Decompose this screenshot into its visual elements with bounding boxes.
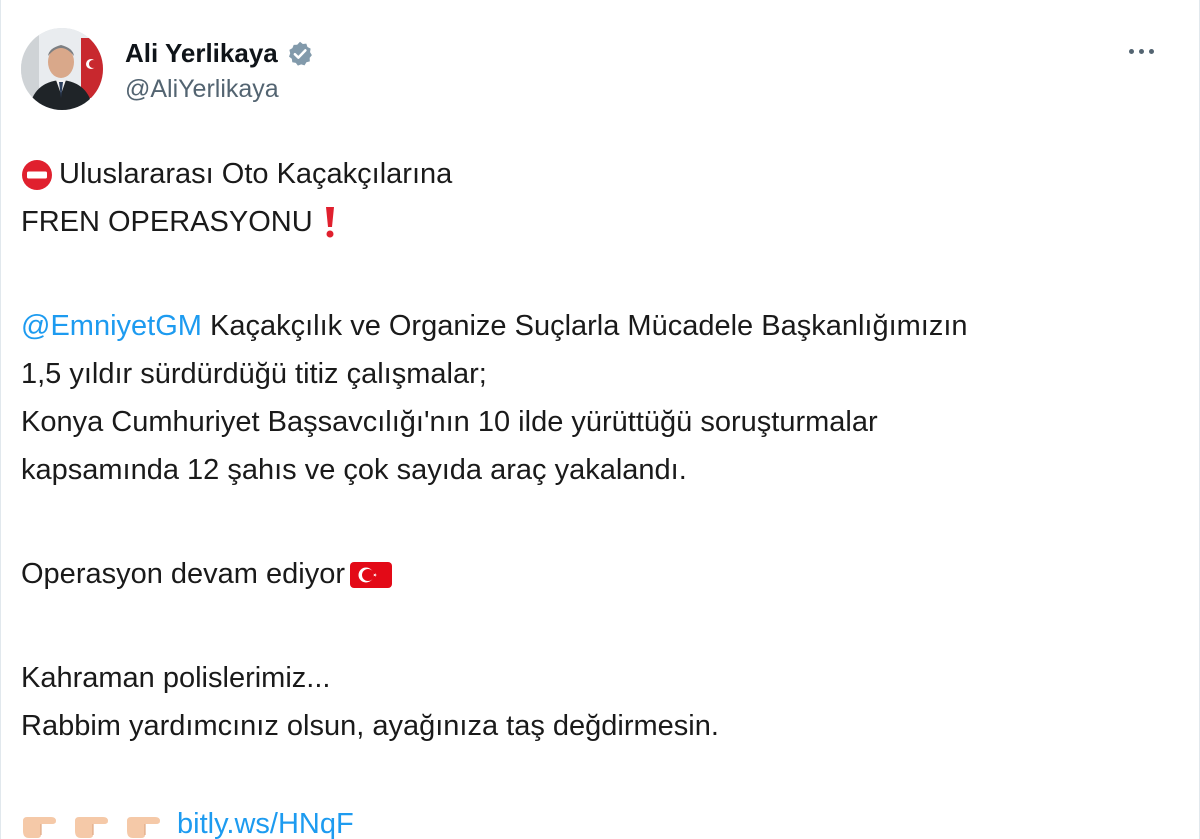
- turkey-flag-icon: [349, 558, 393, 590]
- more-options-icon: [1148, 48, 1154, 54]
- name-row: Ali Yerlikaya: [125, 35, 314, 73]
- tweet-line: kapsamında 12 şahıs ve çok sayıda araç y…: [21, 446, 1181, 494]
- tweet-line: Uluslararası Oto Kaçakçılarına: [21, 150, 1181, 198]
- tweet-line-text: Operasyon devam ediyor: [21, 558, 345, 590]
- tweet-text: Uluslararası Oto Kaçakçılarına FREN OPER…: [21, 150, 1181, 839]
- pointing-hand-icon: [21, 808, 59, 839]
- more-options-icon: [1128, 48, 1134, 54]
- tweet-line: Operasyon devam ediyor: [21, 550, 1181, 598]
- author-handle[interactable]: @AliYerlikaya: [125, 75, 314, 104]
- more-options-button[interactable]: [1121, 36, 1161, 66]
- external-link[interactable]: bitly.ws/HNqF: [177, 800, 354, 839]
- mention-link[interactable]: @EmniyetGM: [21, 302, 202, 350]
- tweet-line-text: Uluslararası Oto Kaçakçılarına: [59, 158, 453, 190]
- author-info: Ali Yerlikaya @AliYerlikaya: [125, 35, 314, 104]
- tweet-line-text: Kahraman polislerimiz...: [21, 662, 331, 694]
- tweet-line: Konya Cumhuriyet Başsavcılığı'nın 10 ild…: [21, 398, 1181, 446]
- tweet-line-text: Kaçakçılık ve Organize Suçlarla Mücadele…: [201, 310, 968, 342]
- tweet-line: FREN OPERASYONU: [21, 198, 1181, 246]
- pointing-hand-icon: [125, 808, 163, 839]
- tweet-line: bitly.ws/HNqF: [21, 800, 1181, 839]
- tweet-line-text: kapsamında 12 şahıs ve çok sayıda araç y…: [21, 454, 687, 486]
- no-entry-icon: [21, 158, 53, 190]
- tweet-line: Rabbim yardımcınız olsun, ayağınıza taş …: [21, 702, 1181, 750]
- more-options-icon: [1138, 48, 1144, 54]
- exclamation-icon: [323, 205, 337, 239]
- tweet-line-text: Konya Cumhuriyet Başsavcılığı'nın 10 ild…: [21, 406, 878, 438]
- avatar[interactable]: [21, 28, 103, 110]
- avatar-image: [21, 28, 103, 110]
- tweet-header: Ali Yerlikaya @AliYerlikaya: [21, 28, 314, 110]
- tweet-line: @EmniyetGM Kaçakçılık ve Organize Suçlar…: [21, 302, 1181, 350]
- pointing-hand-icon: [73, 808, 111, 839]
- tweet-line-text: Rabbim yardımcınız olsun, ayağınıza taş …: [21, 710, 719, 742]
- tweet-line: Kahraman polislerimiz...: [21, 654, 1181, 702]
- verified-badge-icon[interactable]: [286, 40, 314, 68]
- tweet-card: Ali Yerlikaya @AliYerlikaya Uluslararası…: [0, 0, 1200, 839]
- tweet-line: 1,5 yıldır sürdürdüğü titiz çalışmalar;: [21, 350, 1181, 398]
- tweet-line-text: 1,5 yıldır sürdürdüğü titiz çalışmalar;: [21, 358, 487, 390]
- tweet-line-text: FREN OPERASYONU: [21, 206, 313, 238]
- author-display-name[interactable]: Ali Yerlikaya: [125, 38, 278, 69]
